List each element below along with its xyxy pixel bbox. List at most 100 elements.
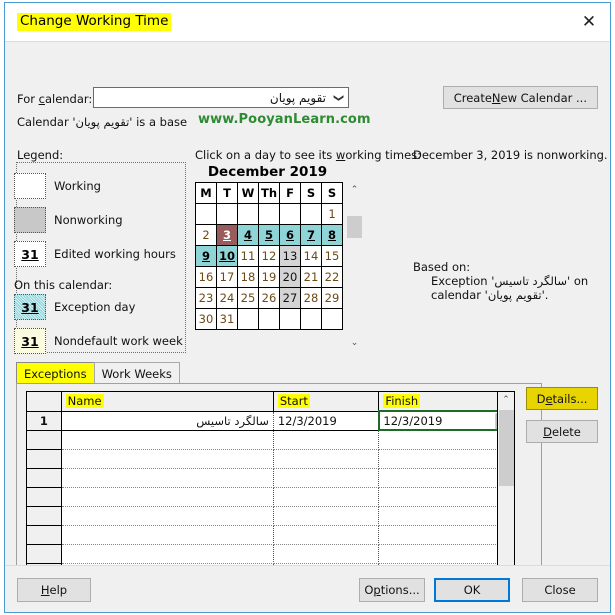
table-scrollbar[interactable]: ⌃ ⌄ <box>497 392 514 589</box>
row-finish-cell[interactable] <box>378 525 514 545</box>
calendar-day-29[interactable]: 29 <box>321 287 343 309</box>
table-scroll-thumb[interactable] <box>499 410 514 486</box>
table-row[interactable] <box>27 544 514 564</box>
legend-item-nondefault-week: 31 Nondefault work week <box>14 328 183 354</box>
tab-exceptions[interactable]: Exceptions <box>16 362 95 383</box>
calendar-day-empty <box>258 308 280 330</box>
calendar-scroll-thumb[interactable] <box>347 216 362 238</box>
calendar-body: 1 2 3 4 5 6 7 8 9 10 11 12 13 14 15 16 17 18 19 20 21 22 23 24 2… <box>195 203 343 330</box>
row-start-cell[interactable] <box>273 449 380 469</box>
calendar-day-15[interactable]: 15 <box>321 245 343 267</box>
exception-day-swatch-icon: 31 <box>14 294 46 320</box>
weekday-header: S <box>321 182 343 204</box>
row-finish-cell[interactable]: 12/3/2019❯ <box>377 410 514 431</box>
weekday-header: W <box>237 182 259 204</box>
table-row[interactable] <box>27 468 514 488</box>
create-new-calendar-button[interactable]: Create New Calendar ... <box>442 86 598 109</box>
calendar-scroll-up-icon[interactable]: ⌃ <box>346 182 363 198</box>
nonworking-swatch-icon <box>14 207 46 233</box>
calendar-day-7[interactable]: 7 <box>300 224 322 246</box>
legend-item-nonworking: Nonworking <box>14 207 123 233</box>
row-finish-cell[interactable] <box>378 487 514 507</box>
details-button[interactable]: De tails... <box>526 387 598 410</box>
legend-label-working: Working <box>54 179 101 193</box>
calendar-day-22[interactable]: 22 <box>321 266 343 288</box>
calendar-day-1[interactable]: 1 <box>321 203 343 225</box>
calendar-week-row: 30 31 <box>195 308 343 330</box>
row-finish-cell[interactable] <box>378 430 514 450</box>
calendar-day-28[interactable]: 28 <box>300 287 322 309</box>
options-button[interactable]: Op tions... <box>359 578 425 602</box>
calendar-day-3[interactable]: 3 <box>216 224 238 246</box>
help-button[interactable]: Help <box>17 578 91 602</box>
row-start-cell[interactable] <box>273 430 380 450</box>
calendar-day-12[interactable]: 12 <box>258 245 280 267</box>
calendar-day-10[interactable]: 10 <box>216 245 238 267</box>
table-row[interactable] <box>27 506 514 526</box>
calendar-day-11[interactable]: 11 <box>237 245 259 267</box>
row-name-cell[interactable] <box>61 468 274 488</box>
calendar-day-20[interactable]: 20 <box>279 266 301 288</box>
calendar-day-4[interactable]: 4 <box>237 224 259 246</box>
table-row[interactable]: 1سالگرد تاسیس12/3/201912/3/2019❯ <box>27 410 514 431</box>
row-start-cell[interactable] <box>273 487 380 507</box>
calendar-day-18[interactable]: 18 <box>237 266 259 288</box>
calendar-day-13[interactable]: 13 <box>279 245 301 267</box>
row-name-cell[interactable] <box>61 506 274 526</box>
calendar-day-14[interactable]: 14 <box>300 245 322 267</box>
row-finish-cell[interactable] <box>378 468 514 488</box>
close-button[interactable]: Close <box>522 578 598 602</box>
ok-button[interactable]: OK <box>434 578 510 602</box>
calendar-scrollbar[interactable]: ⌃ ⌄ <box>346 182 363 351</box>
calendar-day-30[interactable]: 30 <box>195 308 217 330</box>
calendar-day-6[interactable]: 6 <box>279 224 301 246</box>
calendar-day-19[interactable]: 19 <box>258 266 280 288</box>
row-index-cell <box>27 449 62 469</box>
row-start-cell[interactable]: 12/3/2019 <box>273 411 380 431</box>
legend-item-edited: 31 Edited working hours <box>14 241 176 267</box>
row-finish-cell[interactable] <box>378 449 514 469</box>
row-start-cell[interactable] <box>273 525 380 545</box>
exceptions-grid[interactable]: Name Start Finish 1 سالگرد تاسیس 12/3/2019… <box>26 391 515 590</box>
table-row[interactable] <box>27 449 514 469</box>
row-name-cell[interactable] <box>61 449 274 469</box>
row-name-cell[interactable] <box>61 487 274 507</box>
table-row[interactable] <box>27 430 514 450</box>
close-icon[interactable]: ✕ <box>578 11 600 33</box>
calendar-grid[interactable]: M T W Th F S S 1 2 3 4 5 6 7 8 9 10 11 12 13 14 15 16 17… <box>195 182 343 330</box>
calendar-day-5[interactable]: 5 <box>258 224 280 246</box>
calendar-select[interactable]: تقویم پویان ❯ <box>93 87 349 108</box>
calendar-day-31[interactable]: 31 <box>216 308 238 330</box>
calendar-day-26[interactable]: 26 <box>258 287 280 309</box>
row-name-cell[interactable] <box>61 430 274 450</box>
calendar-day-empty <box>216 203 238 225</box>
row-name-cell[interactable] <box>61 525 274 545</box>
column-header-start: Start <box>273 392 380 412</box>
table-scroll-up-icon[interactable]: ⌃ <box>498 392 514 408</box>
row-name-cell[interactable] <box>61 544 274 564</box>
column-header-finish: Finish <box>378 392 514 412</box>
calendar-day-21[interactable]: 21 <box>300 266 322 288</box>
calendar-day-27[interactable]: 27 <box>279 287 301 309</box>
table-row[interactable] <box>27 525 514 545</box>
row-start-cell[interactable] <box>273 468 380 488</box>
calendar-day-2[interactable]: 2 <box>195 224 217 246</box>
table-row[interactable] <box>27 487 514 507</box>
row-name-cell[interactable]: سالگرد تاسیس <box>61 411 274 431</box>
legend-item-exception-day: 31 Exception day <box>14 294 135 320</box>
calendar-day-9[interactable]: 9 <box>195 245 217 267</box>
calendar-day-17[interactable]: 17 <box>216 266 238 288</box>
calendar-day-8[interactable]: 8 <box>321 224 343 246</box>
row-finish-cell[interactable] <box>378 544 514 564</box>
calendar-day-23[interactable]: 23 <box>195 287 217 309</box>
delete-button[interactable]: Delete <box>526 420 598 443</box>
row-finish-cell[interactable] <box>378 506 514 526</box>
calendar-scroll-down-icon[interactable]: ⌄ <box>346 335 363 351</box>
row-start-cell[interactable] <box>273 544 380 564</box>
calendar-day-16[interactable]: 16 <box>195 266 217 288</box>
row-start-cell[interactable] <box>273 506 380 526</box>
tab-work-weeks[interactable]: Work Weeks <box>93 362 180 383</box>
legend-item-working: Working <box>14 173 101 199</box>
calendar-day-25[interactable]: 25 <box>237 287 259 309</box>
calendar-day-24[interactable]: 24 <box>216 287 238 309</box>
